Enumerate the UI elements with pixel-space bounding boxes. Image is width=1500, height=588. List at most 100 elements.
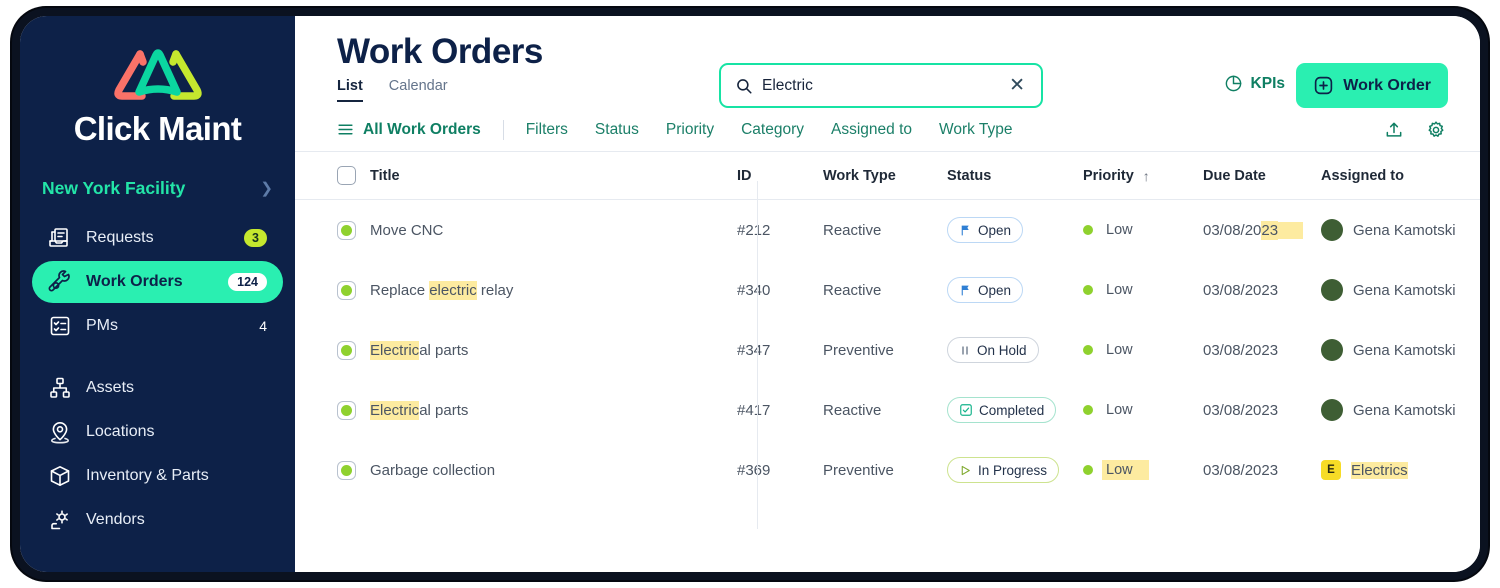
priority-dot-icon [1083,465,1093,475]
cell-assigned-to[interactable]: Gena Kamotski [1321,219,1471,241]
row-select-indicator[interactable] [337,280,356,300]
filter-bar: All Work Orders Filters Status Priority … [295,108,1480,152]
app-window: Click Maint New York Facility ❯ Requests… [20,16,1480,572]
cell-assigned-to[interactable]: Gena Kamotski [1321,399,1471,421]
cell-work-type: Reactive [823,401,882,419]
tab-list[interactable]: List [337,78,363,102]
filter-priority[interactable]: Priority [666,121,714,139]
status-badge[interactable]: Open [947,217,1024,243]
work-order-title: Replace electric relay [370,280,514,300]
search-highlight: 23 [1261,220,1279,240]
sidebar-item-requests[interactable]: Requests 3 [32,217,283,259]
cell-priority: Low [1083,340,1203,360]
sidebar-item-pms[interactable]: PMs 4 [32,305,283,347]
table-row[interactable]: Replace electric relay #340 Reactive Open Lo… [295,260,1480,320]
priority-label: Low [1106,222,1133,238]
cell-work-type: Reactive [823,221,882,239]
sidebar-item-vendors[interactable]: Vendors [32,499,283,541]
all-work-orders-button[interactable]: All Work Orders [337,121,503,139]
kpis-button[interactable]: KPIs [1224,74,1285,93]
page-header: Work Orders List Calendar ✕ KPIs [295,16,1480,108]
search-input[interactable] [762,76,1002,95]
priority-label: Low [1106,342,1133,358]
sidebar-item-locations[interactable]: Locations [32,411,283,453]
gear-icon[interactable] [1426,120,1446,140]
cell-priority: Low [1083,400,1203,420]
box-icon [50,466,70,486]
brand-logo[interactable]: Click Maint [20,16,295,148]
sidebar-item-label: Work Orders [86,273,183,290]
cell-id: #369 [737,461,771,479]
cell-title[interactable]: Replace electric relay [337,280,715,300]
work-orders-table: Title ID Work Type Status Priority ↑ Due… [295,152,1480,529]
column-header-priority[interactable]: Priority ↑ [1083,168,1203,184]
facility-selector[interactable]: New York Facility ❯ [42,178,273,199]
cell-assigned-to[interactable]: Gena Kamotski [1321,339,1471,361]
priority-dot-icon [1083,345,1093,355]
cell-status: In Progress [947,457,1083,483]
column-header-due-date[interactable]: Due Date [1203,168,1321,184]
cell-assigned-to[interactable]: E Electrics [1321,460,1471,480]
status-badge[interactable]: On Hold [947,337,1039,363]
pause-icon [962,346,968,354]
avatar [1321,279,1343,301]
cell-status: Open [947,277,1083,303]
add-work-order-button[interactable]: Work Order [1296,63,1448,108]
sidebar-item-inventory-parts[interactable]: Inventory & Parts [32,455,283,497]
sort-ascending-icon: ↑ [1142,167,1150,184]
table-row[interactable]: Move CNC #212 Reactive Open Low 03/08/20 23 Ge… [295,200,1480,260]
column-header-assigned-to[interactable]: Assigned to [1321,168,1471,184]
row-select-indicator[interactable] [337,220,356,240]
upload-icon[interactable] [1384,120,1404,140]
tab-calendar[interactable]: Calendar [389,78,448,102]
cell-title[interactable]: Garbage collection [337,460,715,480]
row-select-indicator[interactable] [337,460,356,480]
row-select-indicator[interactable] [337,340,356,360]
select-all-checkbox[interactable] [337,166,356,185]
work-order-title: Electrical parts [370,340,469,360]
column-header-label: Title [370,167,400,184]
sidebar-item-work-orders[interactable]: Work Orders 124 [32,261,283,303]
search-highlight: electric [429,280,477,300]
status-badge[interactable]: Completed [947,397,1057,423]
cell-title[interactable]: Move CNC [337,220,715,240]
status-badge[interactable]: Open [947,277,1024,303]
cell-due-date: 03/08/2023 [1203,220,1321,240]
close-icon[interactable]: ✕ [1001,74,1027,97]
flag-icon [961,225,969,235]
play-icon [961,465,970,475]
filter-category[interactable]: Category [741,121,804,139]
column-header-work-type[interactable]: Work Type [823,168,947,184]
filter-filters[interactable]: Filters [526,121,568,139]
sidebar-badge-requests: 3 [244,229,267,247]
column-header-status[interactable]: Status [947,168,1083,184]
table-row[interactable]: Electrical parts #347 Preventive On Hold Low… [295,320,1480,380]
cell-assigned-to[interactable]: Gena Kamotski [1321,279,1471,301]
column-header-label: Priority [1083,167,1134,184]
status-label: In Progress [978,462,1048,478]
wrench-icon [48,270,70,292]
avatar [1321,339,1343,361]
filter-assigned-to[interactable]: Assigned to [831,121,912,139]
status-label: Completed [979,402,1045,418]
table-row[interactable]: Electrical parts #417 Reactive Completed Low… [295,380,1480,440]
status-badge[interactable]: In Progress [947,457,1060,483]
filter-status[interactable]: Status [595,121,639,139]
work-order-title: Move CNC [370,221,444,239]
cell-title[interactable]: Electrical parts [337,340,715,360]
sidebar-item-label: Vendors [86,511,145,528]
sidebar-item-assets[interactable]: Assets [32,367,283,409]
work-order-title: Electrical parts [370,400,469,420]
filter-work-type[interactable]: Work Type [939,121,1013,139]
cell-title[interactable]: Electrical parts [337,400,715,420]
sidebar-badge-work-orders: 124 [228,273,267,291]
row-select-indicator[interactable] [337,400,356,420]
table-row[interactable]: Garbage collection #369 Preventive In Progr… [295,440,1480,500]
column-header-title[interactable]: Title [337,166,715,185]
assignee-name: Gena Kamotski [1353,281,1456,299]
assignee-name: Gena Kamotski [1353,221,1456,239]
status-label: Open [978,282,1012,298]
column-header-id[interactable]: ID [737,168,823,184]
search-box[interactable]: ✕ [719,63,1043,108]
